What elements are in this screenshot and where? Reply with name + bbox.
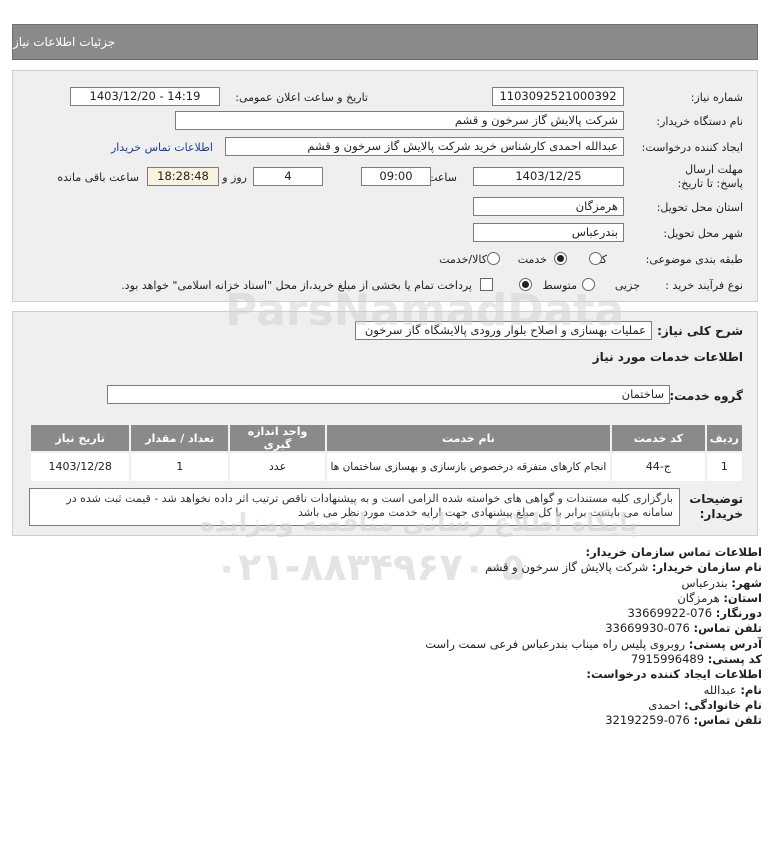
org-city-label: شهر: [731, 575, 762, 590]
cell-qty: 1 [129, 451, 231, 483]
org-phone-label: تلفن تماس: [693, 621, 762, 636]
col-row: ردیف [704, 423, 745, 453]
creator-label: ایجاد کننده درخواست: [641, 141, 743, 154]
service-group-field: ساختمان [107, 385, 670, 404]
org-name-label: نام سازمان خریدار: [651, 560, 762, 575]
creator-phone-label: تلفن تماس: [693, 713, 762, 728]
creator-phone-value: 076-32192259 [605, 713, 690, 728]
buyer-org-label: نام دستگاه خریدار: [656, 115, 743, 128]
services-table-header: ردیف کد خدمت نام خدمت واحد اندازه گیری ت… [28, 423, 745, 453]
deadline-time-field: 09:00 [361, 167, 431, 186]
category-option-both-label: کالا/خدمت [439, 253, 487, 266]
need-number-label: شماره نیاز: [690, 91, 743, 104]
buyer-org-field: شرکت پالایش گاز سرخون و قشم [175, 111, 624, 130]
org-phone-value: 076-33669930 [605, 621, 690, 636]
cell-name: انجام کارهای متفرقه درخصوص بازسازی و بهس… [324, 451, 612, 483]
service-group-label: گروه خدمت: [669, 389, 743, 403]
org-city-value: بندرعباس [681, 575, 728, 590]
creator-contact-heading: اطلاعات ایجاد کننده درخواست: [586, 667, 762, 682]
process-option-minor-radio[interactable] [582, 278, 595, 291]
page-title: جزئیات اطلاعات نیاز [13, 35, 116, 49]
summary-field: عملیات بهسازی و اصلاح بلوار ورودی پالایش… [355, 321, 652, 340]
remaining-time-field: 18:28:48 [147, 167, 219, 186]
category-option-goods-radio[interactable] [589, 252, 602, 265]
cell-date: 1403/12/28 [28, 451, 132, 483]
category-option-service-radio[interactable] [554, 252, 567, 265]
need-panel: شرح کلی نیاز: عملیات بهسازی و اصلاح بلوا… [12, 311, 758, 536]
creator-first-name-value: عبدالله [703, 682, 737, 697]
table-row: 1 ج-44 انجام کارهای متفرقه درخصوص بازساز… [28, 451, 745, 483]
org-contact-heading: اطلاعات تماس سازمان خریدار: [585, 545, 762, 559]
col-name: نام خدمت [324, 423, 612, 453]
category-option-both-radio[interactable] [487, 252, 500, 265]
days-label: روز و [222, 171, 247, 184]
province-field: هرمزگان [473, 197, 624, 216]
announce-field: 1403/12/20 - 14:19 [70, 87, 220, 106]
col-qty: تعداد / مقدار [129, 423, 231, 453]
need-number-field: 1103092521000392 [492, 87, 624, 106]
days-field: 4 [253, 167, 323, 186]
col-date: تاریخ نیاز [28, 423, 132, 453]
details-panel: شماره نیاز: 1103092521000392 تاریخ و ساع… [12, 70, 758, 302]
buyer-contact-link[interactable]: اطلاعات تماس خریدار [111, 141, 213, 154]
time-label: ساعت [427, 171, 457, 184]
deadline-label: مهلت ارسال پاسخ: تا تاریخ: [677, 163, 743, 190]
process-option-minor-label: جزیی [614, 279, 640, 292]
col-unit: واحد اندازه گیری [228, 423, 327, 453]
category-option-service-label: خدمت [517, 253, 547, 266]
org-postal-label: کد پستی: [707, 652, 762, 667]
col-code: کد خدمت [609, 423, 707, 453]
creator-last-name-value: احمدی [648, 697, 681, 712]
services-heading: اطلاعات خدمات مورد نیاز [592, 350, 743, 364]
creator-first-name-label: نام: [740, 682, 762, 697]
treasury-note: پرداخت تمام یا بخشی از مبلغ خرید،از محل … [121, 279, 472, 292]
org-fax-value: 076-33669922 [627, 606, 713, 621]
process-option-medium-label: متوسط [542, 279, 577, 292]
buyer-notes-label: توضیحات خریدار: [689, 492, 743, 521]
deadline-date-field: 1403/12/25 [473, 167, 624, 186]
cell-code: ج-44 [609, 451, 707, 483]
org-province-label: استان: [723, 590, 762, 605]
services-table: ردیف کد خدمت نام خدمت واحد اندازه گیری ت… [28, 423, 745, 483]
announce-label: تاریخ و ساعت اعلان عمومی: [235, 91, 368, 104]
remaining-label: ساعت باقی مانده [57, 171, 139, 184]
process-label: نوع فرآیند خرید : [665, 279, 743, 292]
page-header: جزئیات اطلاعات نیاز [12, 24, 758, 60]
treasury-checkbox[interactable] [480, 278, 493, 291]
creator-field: عبدالله احمدی کارشناس خرید شرکت پالایش گ… [225, 137, 624, 156]
buyer-notes-field: بارگزاری کلیه مستندات و گواهی های خواسته… [29, 488, 680, 526]
city-field: بندرعباس [473, 223, 624, 242]
org-address-label: آدرس پستی: [688, 636, 762, 651]
org-address-value: روبروی پلیس راه میناب بندرعباس فرعی سمت … [425, 636, 686, 651]
contact-section: اطلاعات تماس سازمان خریدار: نام سازمان خ… [22, 545, 762, 729]
category-label: طبقه بندی موضوعی: [645, 253, 743, 266]
org-postal-value: 7915996489 [630, 652, 705, 667]
province-label: استان محل تحویل: [656, 201, 743, 214]
cell-row: 1 [704, 451, 745, 483]
city-label: شهر محل تحویل: [663, 227, 743, 240]
summary-label: شرح کلی نیاز: [657, 324, 743, 338]
cell-unit: عدد [228, 451, 327, 483]
org-name-value: شرکت پالایش گاز سرخون و قشم [485, 560, 649, 575]
process-option-medium-radio[interactable] [519, 278, 532, 291]
org-fax-label: دورنگار: [715, 606, 762, 621]
creator-last-name-label: نام خانوادگی: [684, 697, 762, 712]
org-province-value: هرمزگان [677, 590, 720, 605]
